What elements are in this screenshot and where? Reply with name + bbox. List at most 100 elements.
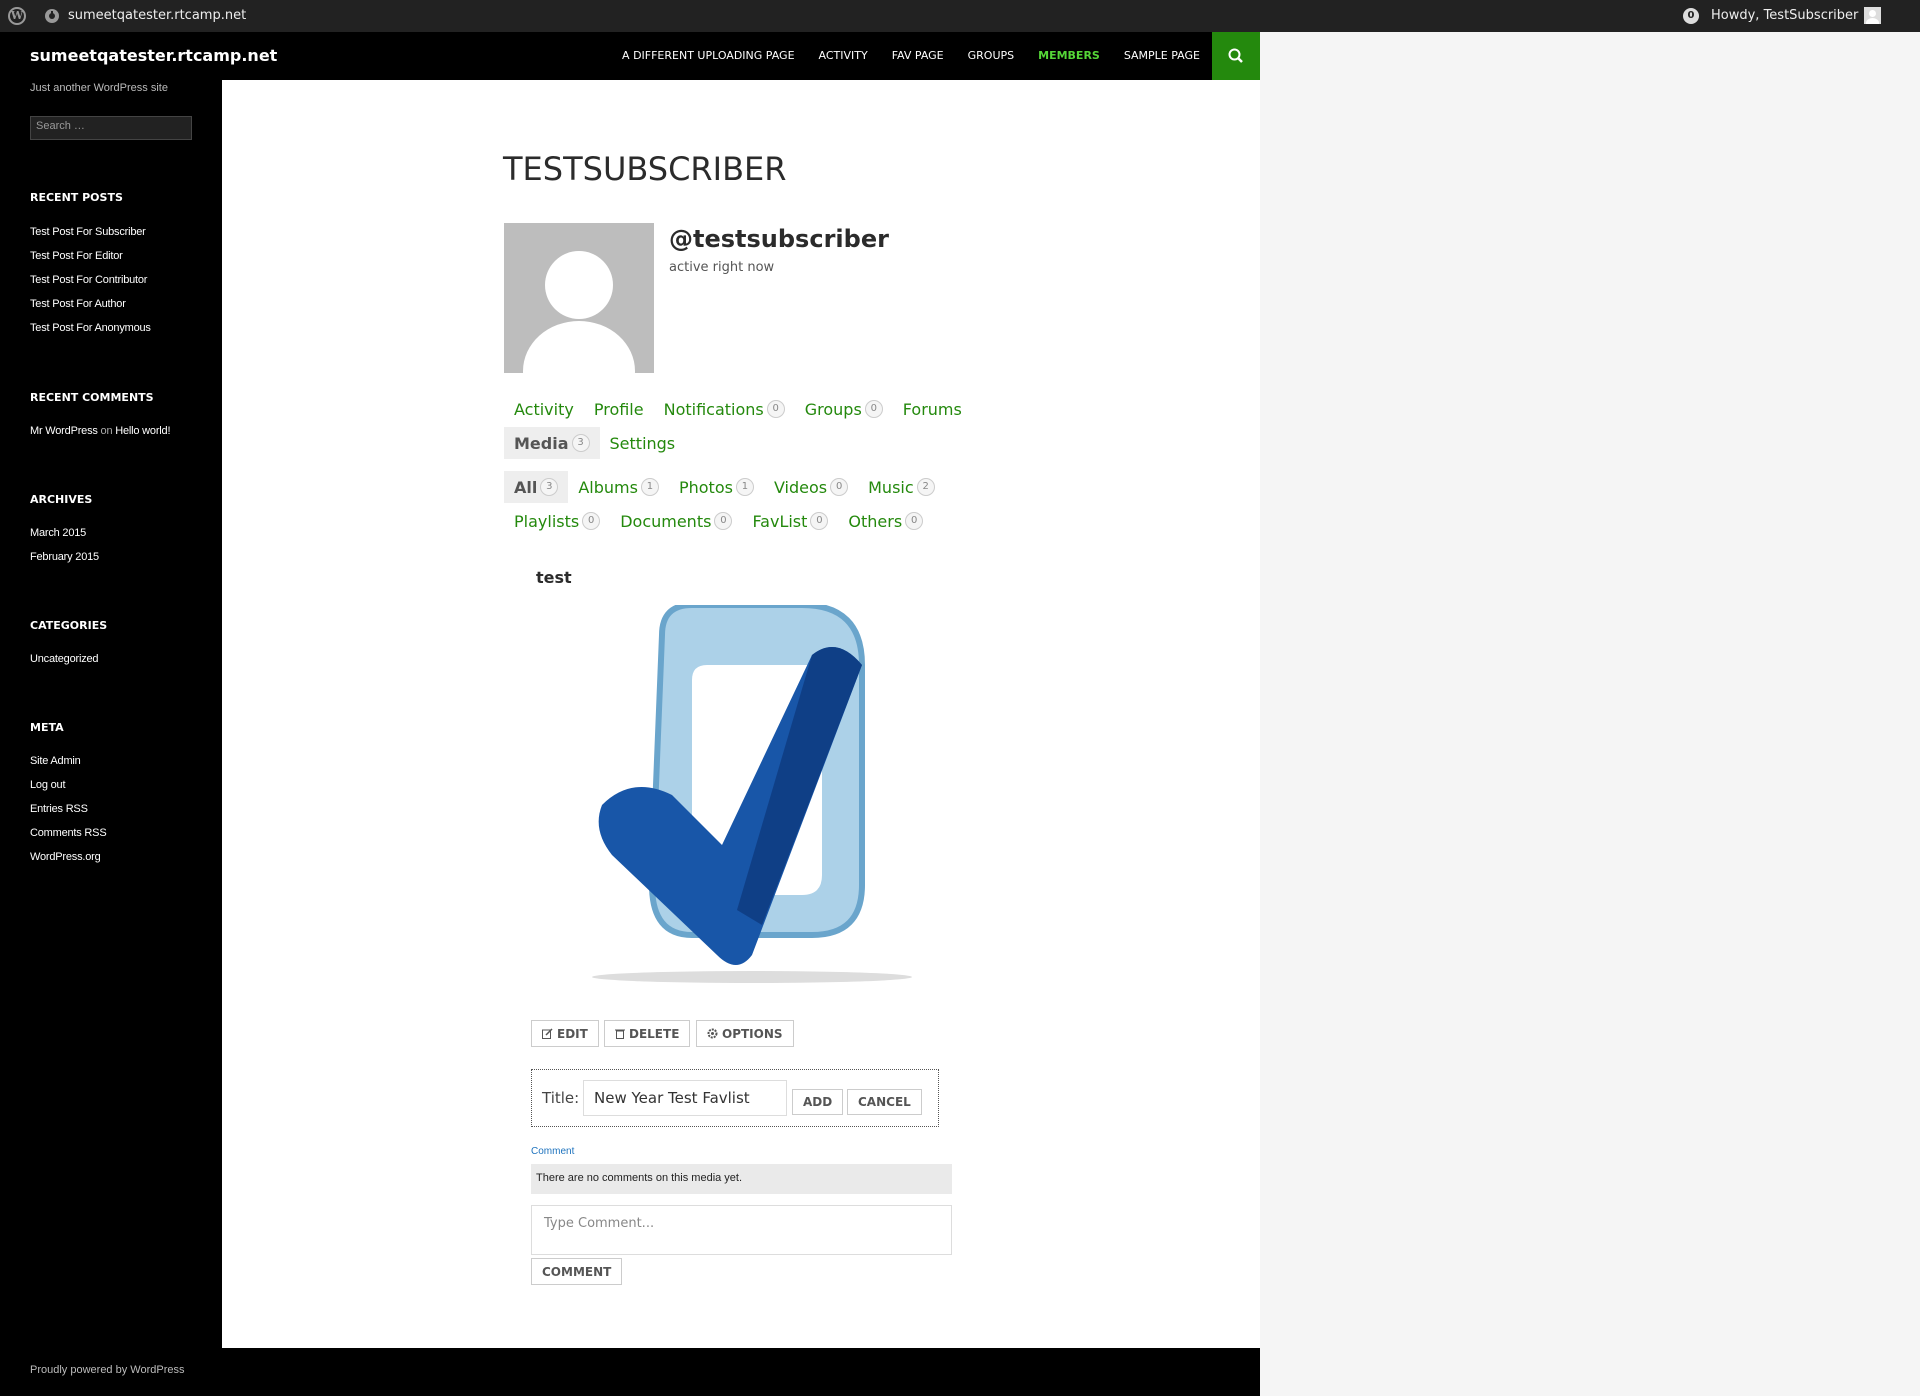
subtab-others[interactable]: Others 0 <box>838 505 933 537</box>
nav-item-uploading-page[interactable]: A DIFFERENT UPLOADING PAGE <box>610 32 807 80</box>
subtab-label: Music <box>868 477 914 497</box>
admin-site-link[interactable]: sumeetqatester.rtcamp.net <box>68 8 246 23</box>
site-description: Just another WordPress site <box>30 82 168 94</box>
search-toggle[interactable] <box>1212 32 1260 80</box>
subtab-label: Albums <box>578 477 638 497</box>
edit-button[interactable]: EDIT <box>531 1020 599 1047</box>
media-title: test <box>536 568 572 587</box>
subtab-favlist[interactable]: FavList 0 <box>742 505 838 537</box>
favlist-title-input[interactable]: New Year Test Favlist <box>583 1080 787 1116</box>
subtab-all[interactable]: All 3 <box>504 471 569 503</box>
footer-credit[interactable]: Proudly powered by WordPress <box>30 1364 184 1376</box>
add-favlist-button[interactable]: ADD <box>792 1089 844 1115</box>
primary-nav: A DIFFERENT UPLOADING PAGE ACTIVITY FAV … <box>610 32 1212 80</box>
categories-list: Uncategorized <box>30 647 99 671</box>
meta-link[interactable]: Comments RSS <box>30 821 107 845</box>
options-button[interactable]: OPTIONS <box>696 1020 794 1047</box>
tab-label: Profile <box>593 399 644 419</box>
nav-item-members[interactable]: MEMBERS <box>1026 32 1112 80</box>
count-badge: 1 <box>735 478 754 496</box>
recent-post-link[interactable]: Test Post For Anonymous <box>30 316 151 340</box>
tab-forums[interactable]: Forums <box>893 393 972 425</box>
subtab-videos[interactable]: Videos 0 <box>764 471 858 503</box>
recent-post-link[interactable]: Test Post For Editor <box>30 244 151 268</box>
recent-post-link[interactable]: Test Post For Contributor <box>30 268 151 292</box>
tab-notifications[interactable]: Notifications 0 <box>654 393 795 425</box>
subtab-photos[interactable]: Photos 1 <box>669 471 764 503</box>
subtab-label: All <box>514 477 538 497</box>
tab-activity[interactable]: Activity <box>504 393 584 425</box>
meta-link[interactable]: WordPress.org <box>30 845 106 869</box>
count-badge: 0 <box>714 512 733 530</box>
count-badge: 1 <box>640 478 659 496</box>
admin-bar: W sumeetqatester.rtcamp.net 0 Howdy, Tes… <box>0 0 1920 32</box>
nav-item-fav-page[interactable]: FAV PAGE <box>880 32 956 80</box>
sidebar-search-input[interactable]: Search … <box>30 116 192 140</box>
user-avatar-icon[interactable] <box>1864 7 1881 24</box>
dashboard-icon[interactable] <box>44 8 60 24</box>
count-badge: 2 <box>916 478 935 496</box>
favlist-form: Title: New Year Test Favlist ADD CANCEL <box>531 1069 939 1127</box>
sidebar: Just another WordPress site Search … REC… <box>0 80 222 1348</box>
count-badge: 0 <box>582 512 601 530</box>
tab-label: Groups <box>804 399 862 419</box>
subtab-label: FavList <box>752 511 808 531</box>
meta-link[interactable]: Site Admin <box>30 749 106 773</box>
cancel-favlist-button[interactable]: CANCEL <box>847 1089 922 1115</box>
subtab-music[interactable]: Music 2 <box>858 471 945 503</box>
categories-heading: CATEGORIES <box>30 619 108 632</box>
meta-list: Site Admin Log out Entries RSS Comments … <box>30 749 107 869</box>
nav-item-groups[interactable]: GROUPS <box>956 32 1027 80</box>
comment-submit-button[interactable]: COMMENT <box>531 1258 623 1285</box>
media-image[interactable] <box>562 605 932 985</box>
recent-post-link[interactable]: Test Post For Subscriber <box>30 220 151 244</box>
profile-username: @testsubscriber <box>669 225 889 253</box>
category-link[interactable]: Uncategorized <box>30 647 99 671</box>
media-subnav-row2: Playlists 0 Documents 0 FavList 0 Others 0 <box>504 505 933 537</box>
recent-posts-heading: RECENT POSTS <box>30 191 123 204</box>
main-content: TESTSUBSCRIBER @testsubscriber active ri… <box>222 80 1260 1348</box>
search-icon <box>1228 48 1243 63</box>
recent-post-link[interactable]: Test Post For Author <box>30 292 151 316</box>
trash-icon <box>615 1029 625 1039</box>
delete-button[interactable]: DELETE <box>604 1020 691 1047</box>
subtab-playlists[interactable]: Playlists 0 <box>504 505 610 537</box>
howdy-user[interactable]: Howdy, TestSubscriber <box>1711 8 1858 23</box>
no-comments-message: There are no comments on this media yet. <box>531 1164 952 1194</box>
notifications-count[interactable]: 0 <box>1683 8 1699 24</box>
subtab-label: Playlists <box>514 511 580 531</box>
tab-groups[interactable]: Groups 0 <box>795 393 893 425</box>
site-title[interactable]: sumeetqatester.rtcamp.net <box>30 46 277 65</box>
count-badge: 3 <box>571 434 590 452</box>
profile-avatar[interactable] <box>504 223 654 373</box>
tab-profile[interactable]: Profile <box>584 393 654 425</box>
tab-settings[interactable]: Settings <box>600 427 686 459</box>
nav-item-activity[interactable]: ACTIVITY <box>807 32 880 80</box>
tab-media[interactable]: Media 3 <box>504 427 600 459</box>
options-label: OPTIONS <box>722 1026 783 1041</box>
recent-comment: Mr WordPress on Hello world! <box>30 419 171 443</box>
subtab-label: Videos <box>773 477 828 497</box>
comment-author-link[interactable]: Mr WordPress <box>30 425 98 437</box>
count-badge: 0 <box>905 512 924 530</box>
comment-link[interactable]: Comment <box>531 1146 574 1157</box>
archive-link[interactable]: March 2015 <box>30 521 99 545</box>
site-header: sumeetqatester.rtcamp.net A DIFFERENT UP… <box>0 32 1260 80</box>
wordpress-logo-icon[interactable]: W <box>8 7 26 25</box>
edit-icon <box>542 1028 553 1039</box>
tab-label: Forums <box>902 399 962 419</box>
comment-post-link[interactable]: Hello world! <box>115 425 170 437</box>
comment-input[interactable]: Type Comment... <box>531 1205 952 1255</box>
subtab-albums[interactable]: Albums 1 <box>568 471 669 503</box>
meta-link[interactable]: Log out <box>30 773 106 797</box>
archive-link[interactable]: February 2015 <box>30 545 99 569</box>
meta-link[interactable]: Entries RSS <box>30 797 106 821</box>
profile-nav: Activity Profile Notifications 0 Groups 0 … <box>504 393 972 425</box>
edit-label: EDIT <box>557 1026 588 1041</box>
count-badge: 0 <box>830 478 849 496</box>
nav-item-sample-page[interactable]: SAMPLE PAGE <box>1112 32 1212 80</box>
subtab-documents[interactable]: Documents 0 <box>610 505 742 537</box>
media-subnav: All 3 Albums 1 Photos 1 Videos 0 Music 2 <box>504 471 945 503</box>
comment-button-label: COMMENT <box>542 1264 612 1279</box>
meta-heading: META <box>30 721 64 734</box>
